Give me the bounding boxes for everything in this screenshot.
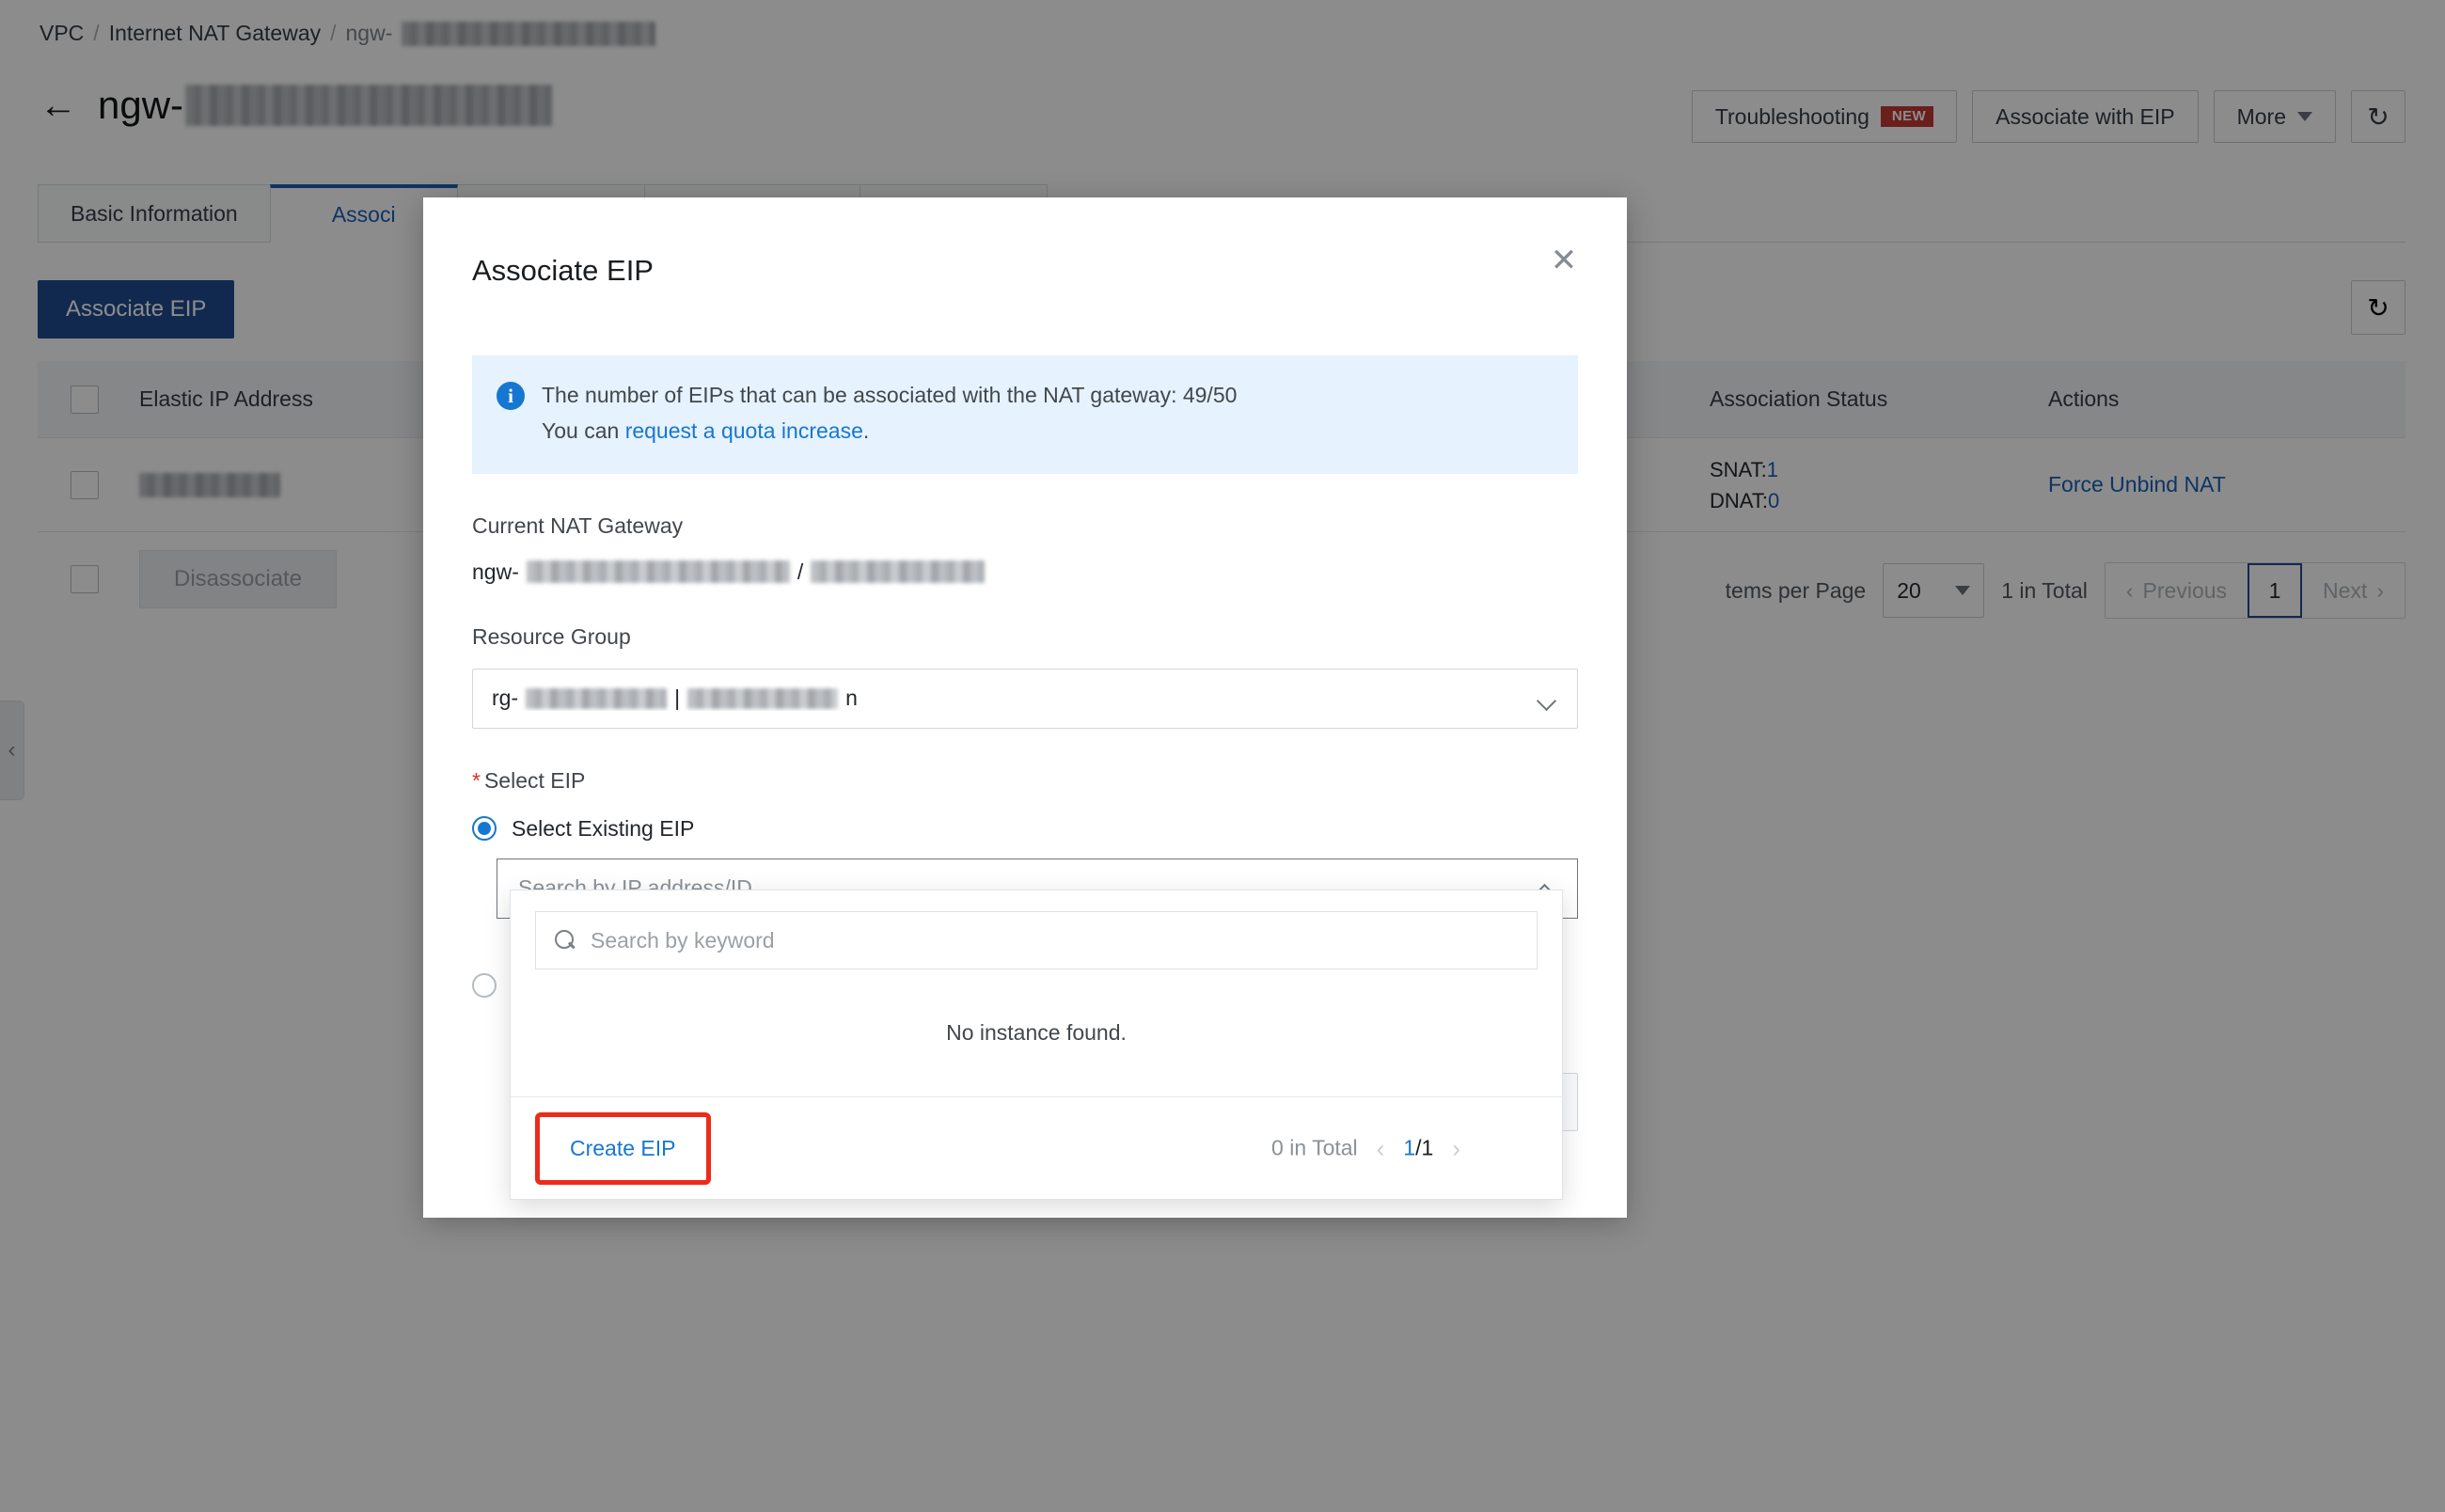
- info-icon: i: [497, 382, 525, 410]
- eip-dropdown-panel: Search by keyword No instance found. Cre…: [510, 890, 1563, 1200]
- create-eip-button[interactable]: Create EIP: [535, 1111, 711, 1185]
- select-eip-label: * Select EIP: [472, 768, 1578, 794]
- dropdown-empty-state: No instance found.: [511, 986, 1562, 1097]
- resource-group-suffix: n: [845, 685, 858, 711]
- request-quota-increase-link[interactable]: request a quota increase: [625, 418, 863, 443]
- quota-info-banner: i The number of EIPs that can be associa…: [472, 355, 1578, 474]
- dialog-title: Associate EIP: [472, 254, 654, 287]
- nat-gateway-separator: /: [797, 559, 804, 584]
- resource-group-id-redacted: [526, 687, 668, 709]
- radio-option-existing-eip[interactable]: Select Existing EIP: [472, 816, 1578, 842]
- dropdown-search-wrap: Search by keyword: [511, 890, 1562, 986]
- resource-group-select[interactable]: rg- | n: [472, 668, 1578, 729]
- chevron-down-icon: [1538, 693, 1558, 704]
- chevron-right-icon[interactable]: ›: [1452, 1136, 1460, 1160]
- select-eip-label-text: Select EIP: [483, 767, 586, 793]
- nat-gateway-id-redacted: [526, 560, 790, 584]
- dropdown-page-indicator: 1/1: [1403, 1136, 1433, 1161]
- resource-group-name-redacted: [687, 687, 839, 709]
- required-mark: *: [472, 767, 481, 793]
- resource-group-prefix: rg-: [492, 685, 519, 711]
- quota-info-text: The number of EIPs that can be associate…: [542, 378, 1237, 449]
- radio-existing-eip-label: Select Existing EIP: [512, 815, 695, 841]
- radio-create-new-eip[interactable]: [472, 972, 497, 998]
- quota-info-line2: You can request a quota increase.: [542, 414, 1237, 449]
- nat-gateway-prefix: ngw-: [472, 559, 519, 584]
- quota-info-prefix: You can: [542, 417, 625, 443]
- resource-group-label: Resource Group: [472, 623, 631, 649]
- search-icon: [555, 930, 576, 951]
- current-nat-gateway-label: Current NAT Gateway: [472, 512, 684, 538]
- dropdown-page-total: 1: [1421, 1135, 1434, 1160]
- radio-existing-eip[interactable]: [472, 816, 497, 842]
- dropdown-total: 0 in Total: [1271, 1135, 1358, 1160]
- dropdown-search-input[interactable]: Search by keyword: [535, 911, 1538, 969]
- chevron-left-icon[interactable]: ‹: [1377, 1136, 1385, 1160]
- current-nat-gateway-value: ngw- /: [472, 559, 1578, 585]
- dropdown-search-placeholder: Search by keyword: [591, 927, 775, 953]
- dropdown-pagination: 0 in Total ‹ 1/1 ›: [1271, 1136, 1460, 1161]
- resource-group-value: rg- | n: [492, 685, 1538, 711]
- quota-info-line1: The number of EIPs that can be associate…: [542, 383, 1238, 407]
- dropdown-footer: Create EIP 0 in Total ‹ 1/1 ›: [511, 1097, 1562, 1199]
- resource-group-divider: |: [674, 685, 681, 711]
- nat-gateway-name-redacted: [811, 560, 986, 584]
- dropdown-page-current: 1: [1403, 1135, 1416, 1160]
- quota-info-suffix: .: [862, 417, 870, 443]
- close-icon[interactable]: ✕: [1542, 239, 1585, 282]
